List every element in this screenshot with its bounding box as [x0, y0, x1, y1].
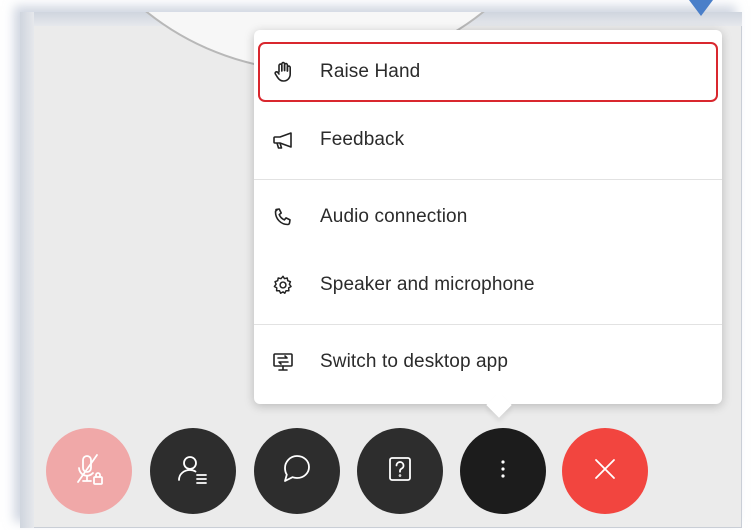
- menu-item-raise-hand[interactable]: Raise Hand: [254, 42, 722, 102]
- menu-item-speaker-microphone[interactable]: Speaker and microphone: [254, 255, 722, 315]
- close-icon: [590, 454, 620, 489]
- menu-item-label: Audio connection: [320, 206, 468, 227]
- more-vertical-icon: [497, 454, 509, 489]
- menu-item-feedback[interactable]: Feedback: [254, 110, 722, 170]
- chat-bubble-icon: [279, 451, 315, 492]
- meeting-screen: Raise Hand Feedback Audio connection Spe…: [0, 0, 754, 530]
- phone-icon: [272, 206, 294, 228]
- menu-item-switch-desktop[interactable]: Switch to desktop app: [254, 332, 722, 392]
- mute-button[interactable]: [46, 428, 132, 514]
- menu-item-label: Switch to desktop app: [320, 351, 508, 372]
- gear-icon: [272, 274, 294, 296]
- more-options-button[interactable]: [460, 428, 546, 514]
- menu-item-label: Feedback: [320, 129, 405, 150]
- menu-item-label: Raise Hand: [320, 61, 421, 82]
- chat-button[interactable]: [254, 428, 340, 514]
- help-button[interactable]: [357, 428, 443, 514]
- window-left-edge: [20, 12, 34, 528]
- more-options-menu: Raise Hand Feedback Audio connection Spe…: [254, 30, 722, 404]
- menu-divider: [254, 324, 722, 325]
- participants-button[interactable]: [150, 428, 236, 514]
- callout-arrow: [689, 0, 713, 16]
- menu-item-audio-connection[interactable]: Audio connection: [254, 187, 722, 247]
- menu-divider: [254, 179, 722, 180]
- menu-item-label: Speaker and microphone: [320, 274, 535, 295]
- microphone-muted-locked-icon: [69, 449, 109, 494]
- megaphone-icon: [272, 129, 294, 151]
- participants-icon: [174, 450, 212, 493]
- question-icon: [384, 453, 416, 490]
- hand-icon: [272, 61, 294, 83]
- desktop-switch-icon: [272, 351, 294, 373]
- end-call-button[interactable]: [562, 428, 648, 514]
